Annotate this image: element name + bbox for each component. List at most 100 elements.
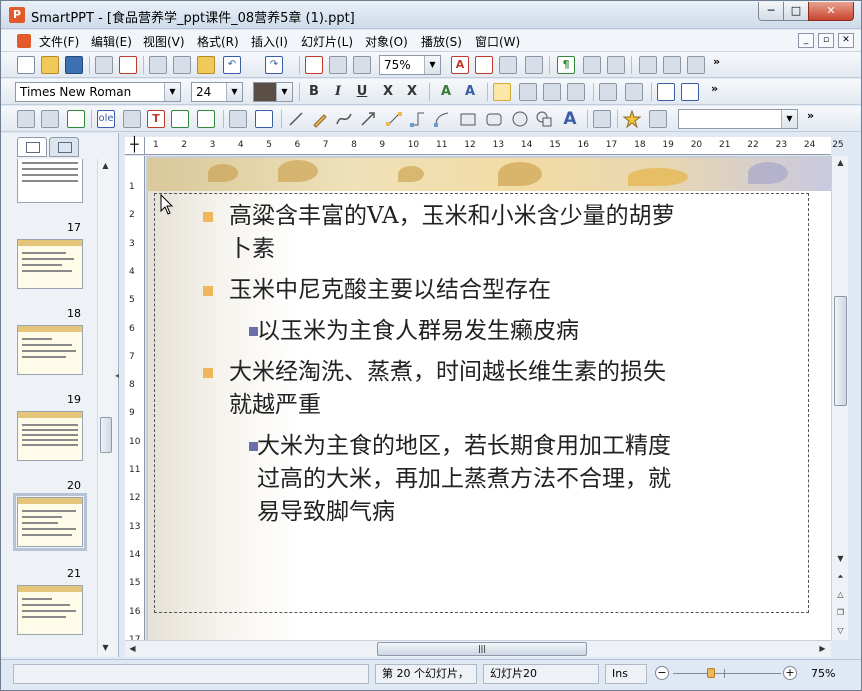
curve-tool-icon[interactable] bbox=[335, 110, 353, 128]
copy-icon[interactable] bbox=[173, 56, 191, 74]
slide-thumbnail-21[interactable] bbox=[17, 585, 83, 635]
align-center-icon[interactable] bbox=[519, 83, 537, 101]
tab-slides[interactable] bbox=[17, 137, 47, 157]
cut-icon[interactable] bbox=[149, 56, 167, 74]
rectangle-tool-icon[interactable] bbox=[459, 110, 477, 128]
find-icon[interactable] bbox=[353, 56, 371, 74]
font-size-select[interactable]: 24 ▼ bbox=[191, 82, 243, 102]
open-folder-icon[interactable] bbox=[41, 56, 59, 74]
menu-window[interactable]: 窗口(W) bbox=[475, 33, 520, 50]
table-icon[interactable] bbox=[41, 110, 59, 128]
chevron-down-icon[interactable]: ▼ bbox=[164, 83, 180, 101]
spellcheck-icon[interactable] bbox=[583, 56, 601, 74]
toolbar-overflow-icon[interactable]: » bbox=[711, 82, 718, 95]
select-frame-icon[interactable] bbox=[17, 110, 35, 128]
mdi-restore-button[interactable]: ▫ bbox=[818, 33, 834, 48]
chevron-down-icon[interactable]: ▼ bbox=[276, 83, 292, 101]
scroll-up-icon[interactable]: ▲ bbox=[833, 156, 848, 170]
layers-icon[interactable] bbox=[687, 56, 705, 74]
menu-view[interactable]: 视图(V) bbox=[143, 33, 185, 50]
connector-tool-icon[interactable] bbox=[385, 110, 403, 128]
align-right-icon[interactable] bbox=[543, 83, 561, 101]
close-button[interactable]: ✕ bbox=[808, 2, 854, 21]
underline-button[interactable]: U bbox=[353, 83, 371, 101]
zoom-out-button[interactable]: − bbox=[655, 666, 669, 680]
next-slide-icon[interactable]: ▽ bbox=[833, 624, 848, 638]
object-style-select[interactable]: ▼ bbox=[678, 109, 798, 129]
scroll-up-icon[interactable]: ▲ bbox=[98, 159, 113, 173]
vertical-scroll-thumb[interactable] bbox=[834, 296, 847, 406]
thumbnail-scrollbar[interactable]: ▲ ▼ bbox=[97, 159, 114, 655]
star-icon[interactable] bbox=[622, 109, 642, 129]
chevron-down-icon[interactable]: ▼ bbox=[226, 83, 242, 101]
toolbar-overflow-icon[interactable]: » bbox=[713, 55, 720, 68]
insert-mode-status[interactable]: Ins bbox=[605, 664, 647, 684]
copy-slide-icon[interactable]: ❐ bbox=[833, 606, 848, 620]
shadow-button[interactable]: X bbox=[403, 83, 421, 101]
slide-thumbnail-20[interactable] bbox=[13, 493, 87, 551]
presentation-icon[interactable] bbox=[663, 56, 681, 74]
frame-icon[interactable] bbox=[123, 110, 141, 128]
scroll-right-icon[interactable]: ▶ bbox=[815, 642, 830, 656]
chart-icon[interactable] bbox=[607, 56, 625, 74]
bold-button[interactable]: B bbox=[305, 83, 323, 101]
arrow-tool-icon[interactable] bbox=[359, 110, 377, 128]
placeholder-icon[interactable] bbox=[197, 110, 215, 128]
chevron-down-icon[interactable]: ▼ bbox=[424, 56, 440, 74]
horizontal-scroll-thumb[interactable]: ||| bbox=[377, 642, 587, 656]
panel-splitter-handle[interactable]: ◂ bbox=[115, 371, 121, 411]
text-frame-icon[interactable]: T bbox=[147, 110, 165, 128]
group-icon[interactable] bbox=[171, 110, 189, 128]
send-back-icon[interactable] bbox=[255, 110, 273, 128]
slide-vertical-scrollbar[interactable]: ▲ ▼ ⏶ △ ❐ ▽ bbox=[831, 156, 848, 640]
outdent-icon[interactable] bbox=[599, 83, 617, 101]
ellipse-tool-icon[interactable] bbox=[511, 110, 529, 128]
redo-icon[interactable]: ↷ bbox=[265, 56, 283, 74]
minimize-button[interactable]: ─ bbox=[758, 2, 784, 21]
chevron-down-icon[interactable]: ▼ bbox=[781, 110, 797, 128]
scroll-down-icon[interactable]: ▼ bbox=[833, 552, 848, 566]
slide-thumbnail-17[interactable] bbox=[17, 239, 83, 289]
slide-icon[interactable] bbox=[639, 56, 657, 74]
slide-thumbnail-18[interactable] bbox=[17, 325, 83, 375]
document-icon[interactable] bbox=[17, 34, 31, 48]
text-color-icon[interactable]: A bbox=[451, 56, 469, 74]
menu-slide[interactable]: 幻灯片(L) bbox=[301, 33, 353, 50]
bring-front-icon[interactable] bbox=[229, 110, 247, 128]
tab-outline[interactable] bbox=[49, 137, 79, 157]
slide-thumbnail-16[interactable] bbox=[17, 159, 83, 203]
format-icon[interactable] bbox=[475, 56, 493, 74]
grow-font-button[interactable]: A bbox=[437, 83, 455, 101]
indent-icon[interactable] bbox=[625, 83, 643, 101]
menu-play[interactable]: 播放(S) bbox=[421, 33, 462, 50]
toolbar-overflow-icon[interactable]: » bbox=[807, 109, 814, 122]
previous-slide-icon[interactable]: △ bbox=[833, 588, 848, 602]
mdi-minimize-button[interactable]: _ bbox=[798, 33, 814, 48]
shrink-font-button[interactable]: A bbox=[461, 83, 479, 101]
undo-icon[interactable]: ↶ bbox=[223, 56, 241, 74]
line-tool-icon[interactable] bbox=[287, 110, 305, 128]
ole-object-icon[interactable]: ole bbox=[97, 110, 115, 128]
paste-icon[interactable] bbox=[197, 56, 215, 74]
zoom-lens-icon[interactable] bbox=[329, 56, 347, 74]
ruler-corner[interactable]: ┼ bbox=[125, 137, 145, 155]
numbered-list-icon[interactable] bbox=[681, 83, 699, 101]
font-color-select[interactable]: ▼ bbox=[253, 82, 293, 102]
slide-thumbnail-19[interactable] bbox=[17, 411, 83, 461]
save-icon[interactable] bbox=[65, 56, 83, 74]
font-name-select[interactable]: Times New Roman ▼ bbox=[15, 82, 181, 102]
zoom-slider-handle[interactable] bbox=[707, 668, 715, 678]
print-icon[interactable] bbox=[95, 56, 113, 74]
effects-icon[interactable] bbox=[649, 110, 667, 128]
scroll-left-icon[interactable]: ◀ bbox=[125, 642, 140, 656]
rounded-rect-tool-icon[interactable] bbox=[485, 110, 503, 128]
scroll-down-icon[interactable]: ▼ bbox=[98, 641, 113, 655]
pdf-export-icon[interactable] bbox=[119, 56, 137, 74]
zoom-in-button[interactable]: + bbox=[783, 666, 797, 680]
strikethrough-button[interactable]: X bbox=[379, 83, 397, 101]
bullet-list-icon[interactable] bbox=[657, 83, 675, 101]
list-icon[interactable] bbox=[499, 56, 517, 74]
menu-file[interactable]: 文件(F) bbox=[39, 33, 79, 50]
menu-object[interactable]: 对象(O) bbox=[365, 33, 408, 50]
first-slide-icon[interactable]: ⏶ bbox=[833, 570, 848, 584]
